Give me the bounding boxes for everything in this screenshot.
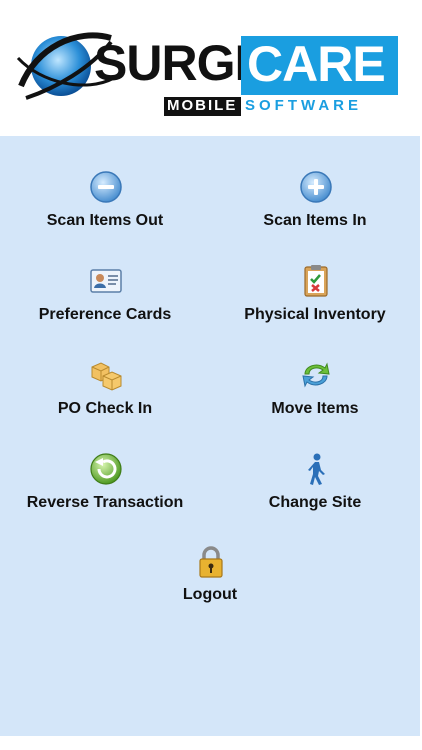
app-header: SURGI CARE MOBILE SOFTWARE — [0, 0, 422, 136]
scan-items-in-button[interactable]: Scan Items In — [210, 170, 420, 250]
undo-arrow-icon — [90, 453, 122, 485]
reverse-transaction-button[interactable]: Reverse Transaction — [0, 452, 210, 532]
bottom-strip — [0, 736, 422, 750]
logo-care-text: CARE — [247, 36, 386, 92]
surgicare-logo: SURGI CARE MOBILE SOFTWARE — [16, 28, 400, 116]
menu-item-label: Logout — [182, 586, 238, 603]
move-items-button[interactable]: Move Items — [210, 358, 420, 438]
logo-surgi-text: SURGI — [94, 35, 248, 91]
menu-item-label: Scan Items In — [263, 212, 367, 229]
menu-item-label: PO Check In — [57, 400, 153, 417]
plus-circle-icon — [300, 171, 332, 203]
change-site-button[interactable]: Change Site — [210, 452, 420, 532]
menu-item-label: Preference Cards — [38, 306, 172, 323]
logout-button[interactable]: Logout — [105, 544, 315, 624]
refresh-arrows-icon — [302, 362, 330, 388]
po-check-in-button[interactable]: PO Check In — [0, 358, 210, 438]
menu-item-label: Move Items — [271, 400, 359, 417]
boxes-icon — [91, 362, 122, 391]
preference-cards-button[interactable]: Preference Cards — [0, 264, 210, 344]
main-menu: Scan Items Out Scan Items In Preference … — [0, 136, 420, 736]
menu-item-label: Physical Inventory — [244, 306, 386, 323]
minus-circle-icon — [90, 171, 122, 203]
logo-software-text: SOFTWARE — [245, 97, 362, 114]
id-card-icon — [90, 269, 122, 293]
physical-inventory-button[interactable]: Physical Inventory — [210, 264, 420, 344]
logo-mobile-text: MOBILE — [167, 97, 238, 114]
menu-item-label: Scan Items Out — [46, 212, 164, 229]
menu-item-label: Change Site — [268, 494, 362, 511]
scan-items-out-button[interactable]: Scan Items Out — [0, 170, 210, 250]
clipboard-check-icon — [304, 265, 328, 297]
menu-item-label: Reverse Transaction — [26, 494, 184, 511]
padlock-icon — [199, 546, 223, 578]
walking-person-icon — [308, 453, 325, 485]
